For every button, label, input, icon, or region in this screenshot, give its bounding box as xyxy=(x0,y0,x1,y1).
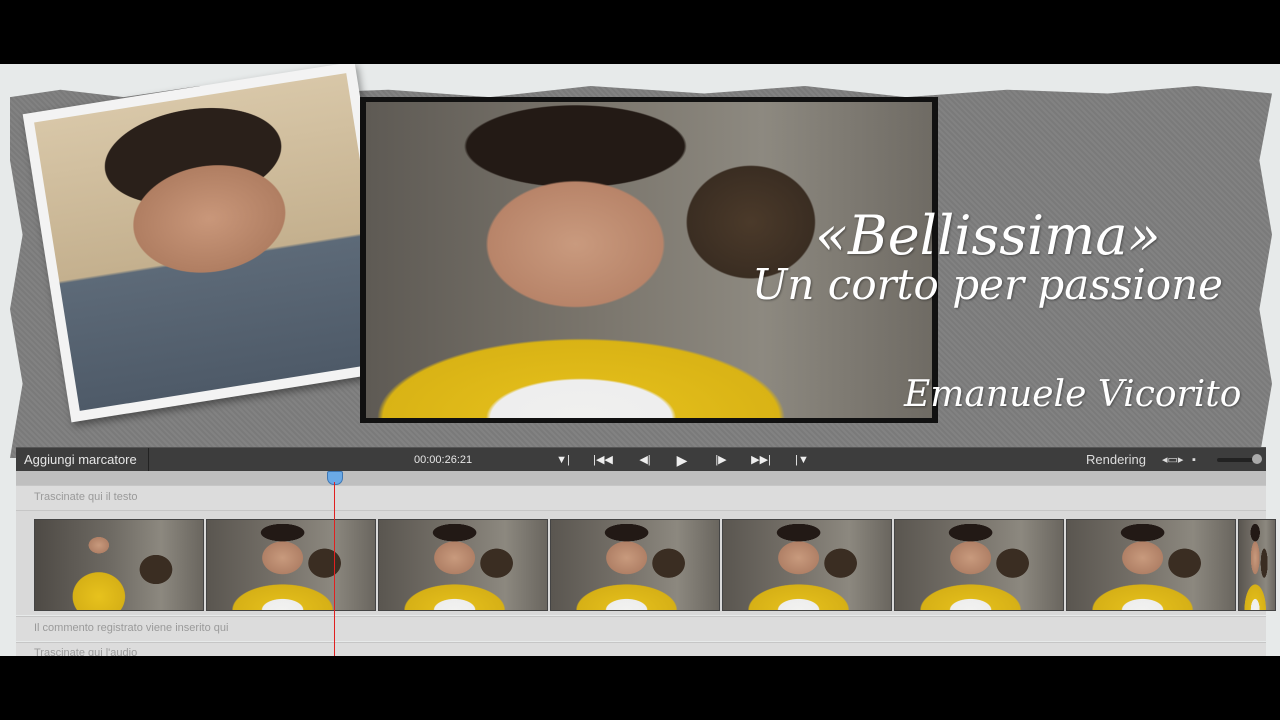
narration-track[interactable]: Il commento registrato viene inserito qu… xyxy=(16,616,1266,641)
playhead-line xyxy=(334,482,335,656)
play-icon[interactable]: ▶ xyxy=(670,448,694,472)
text-track-label: Trascinate qui il testo xyxy=(34,491,138,503)
clip-thumbnail[interactable] xyxy=(34,519,204,611)
go-to-end-icon[interactable]: ▶▶| xyxy=(749,448,773,472)
zoom-out-icon[interactable]: ▪ xyxy=(1192,448,1196,472)
clip-thumbnail[interactable] xyxy=(722,519,892,611)
actor-portrait-photo xyxy=(22,64,404,423)
clip-thumbnail[interactable] xyxy=(206,519,376,611)
step-forward-icon[interactable]: |▶ xyxy=(709,448,733,472)
clip-thumbnails[interactable] xyxy=(34,519,1278,611)
narration-track-label: Il commento registrato viene inserito qu… xyxy=(34,622,229,634)
timecode-display: 00:00:26:21 xyxy=(414,454,473,466)
portrait-image xyxy=(34,73,392,411)
mark-in-icon[interactable]: ▼| xyxy=(551,448,575,472)
go-to-start-icon[interactable]: |◀◀ xyxy=(591,448,615,472)
film-subtitle: Un corto per passione xyxy=(752,260,1224,309)
author-name: Emanuele Vicorito xyxy=(904,374,1242,415)
playhead-handle[interactable] xyxy=(327,471,343,485)
fit-timeline-icon[interactable]: ◂▭▸ xyxy=(1162,448,1183,472)
clip-thumbnail[interactable] xyxy=(550,519,720,611)
time-ruler[interactable] xyxy=(16,471,1266,485)
mark-out-icon[interactable]: |▼ xyxy=(790,448,814,472)
text-track[interactable]: Trascinate qui il testo xyxy=(16,485,1266,510)
clip-thumbnail[interactable] xyxy=(1238,519,1276,611)
clip-thumbnail[interactable] xyxy=(1066,519,1236,611)
add-marker-button[interactable]: Aggiungi marcatore xyxy=(16,448,149,472)
zoom-slider-handle[interactable] xyxy=(1252,454,1262,464)
clip-thumbnail[interactable] xyxy=(894,519,1064,611)
rendering-button[interactable]: Rendering xyxy=(1086,448,1146,472)
page-background: «Bellissima» Un corto per passione Emanu… xyxy=(0,64,1280,656)
film-title: «Bellissima» xyxy=(815,204,1161,267)
audio-track-label: Trascinate qui l'audio xyxy=(34,647,138,656)
step-back-icon[interactable]: ◀| xyxy=(633,448,657,472)
timeline-toolbar: Aggiungi marcatore 00:00:26:21 ▼| |◀◀ ◀|… xyxy=(16,447,1266,472)
audio-track[interactable]: Trascinate qui l'audio xyxy=(16,642,1266,656)
video-clip-track[interactable] xyxy=(16,510,1276,615)
clip-thumbnail[interactable] xyxy=(378,519,548,611)
